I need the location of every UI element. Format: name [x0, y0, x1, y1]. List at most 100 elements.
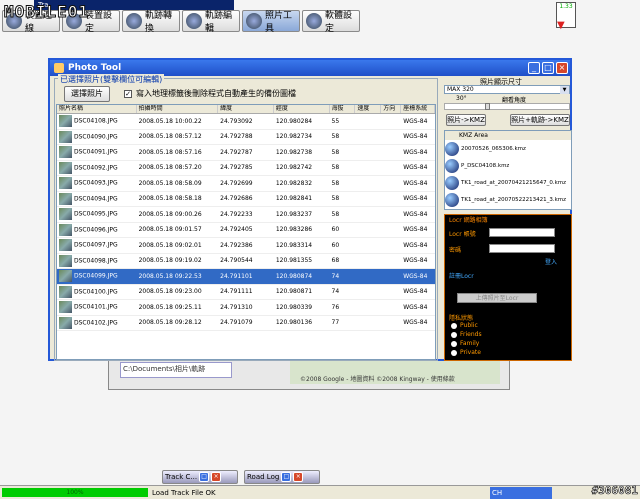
- table-cell[interactable]: 58: [330, 133, 356, 140]
- column-header[interactable]: 方向: [381, 105, 402, 113]
- table-cell[interactable]: 120.982734: [274, 133, 330, 140]
- table-cell[interactable]: 2008.05.18 09:28.12: [137, 319, 219, 326]
- table-cell[interactable]: 24.792699: [218, 180, 274, 187]
- close-icon[interactable]: ×: [211, 472, 222, 482]
- taskbar-roadlog-window[interactable]: Road Log □ ×: [244, 470, 320, 484]
- table-row[interactable]: DSC04108.JPG 2008.05.18 10:00.22 24.793092…: [57, 114, 435, 130]
- angle-slider[interactable]: [444, 103, 570, 110]
- table-cell[interactable]: 2008.05.18 08:58.09: [137, 180, 219, 187]
- table-row[interactable]: DSC04098.JPG 2008.05.18 09:19.02 24.790544…: [57, 254, 435, 269]
- table-cell[interactable]: WGS-84: [401, 273, 435, 280]
- table-cell[interactable]: 24.791310: [218, 304, 274, 311]
- table-cell[interactable]: DSC04099.JPG: [57, 270, 137, 283]
- kmz-file-item[interactable]: TK1_road_at_20070522213421_3.kmz: [445, 191, 571, 208]
- table-cell[interactable]: DSC04092.JPG: [57, 161, 137, 174]
- restore-icon[interactable]: □: [199, 472, 210, 482]
- table-cell[interactable]: 74: [330, 288, 356, 295]
- table-cell[interactable]: 120.983314: [274, 242, 330, 249]
- close-button[interactable]: ×: [556, 62, 568, 74]
- table-cell[interactable]: DSC04090.JPG: [57, 130, 137, 143]
- table-cell[interactable]: 60: [330, 242, 356, 249]
- table-cell[interactable]: WGS-84: [401, 118, 435, 125]
- table-cell[interactable]: 58: [330, 164, 356, 171]
- table-cell[interactable]: 2008.05.18 09:02.01: [137, 242, 219, 249]
- table-cell[interactable]: 2008.05.18 08:57.16: [137, 149, 219, 156]
- geotag-checkbox[interactable]: ✓: [124, 90, 132, 98]
- table-cell[interactable]: 2008.05.18 08:58.18: [137, 195, 219, 202]
- table-row[interactable]: DSC04090.JPG 2008.05.18 08:57.12 24.792788…: [57, 130, 435, 145]
- table-cell[interactable]: 24.791079: [218, 319, 274, 326]
- toolbar-edit-button[interactable]: 軌跡編輯: [182, 10, 240, 34]
- table-row[interactable]: DSC04091.JPG 2008.05.18 08:57.16 24.792787…: [57, 145, 435, 161]
- table-cell[interactable]: 2008.05.18 09:01.57: [137, 226, 219, 233]
- table-cell[interactable]: WGS-84: [401, 226, 435, 233]
- locr-password-input[interactable]: [489, 244, 555, 253]
- locr-account-input[interactable]: [489, 228, 555, 237]
- table-cell[interactable]: WGS-84: [401, 164, 435, 171]
- table-cell[interactable]: 24.792787: [218, 149, 274, 156]
- slider-thumb[interactable]: [485, 103, 490, 110]
- table-cell[interactable]: DSC04095.JPG: [57, 208, 137, 221]
- google-map[interactable]: ©2008 Google - 地圖資料 ©2008 Kingway - 使用條款: [290, 360, 500, 384]
- table-row[interactable]: DSC04094.JPG 2008.05.18 08:58.18 24.792686…: [57, 192, 435, 207]
- table-cell[interactable]: 120.980871: [274, 288, 330, 295]
- table-cell[interactable]: 2008.05.18 08:57.12: [137, 133, 219, 140]
- table-row[interactable]: DSC04101.JPG 2008.05.18 09:25.11 24.791310…: [57, 300, 435, 316]
- register-link[interactable]: 註冊Locr: [449, 271, 474, 280]
- privacy-option-family[interactable]: Family: [451, 339, 482, 348]
- column-header[interactable]: 速度: [355, 105, 382, 113]
- kmz-file-item[interactable]: TK1_road_at_20070421215647_0.kmz: [445, 174, 571, 191]
- table-cell[interactable]: 2008.05.18 09:25.11: [137, 304, 219, 311]
- maximize-button[interactable]: □: [542, 62, 554, 74]
- column-header[interactable]: 座標系統: [401, 105, 435, 113]
- table-cell[interactable]: 120.980339: [274, 304, 330, 311]
- table-cell[interactable]: 60: [330, 226, 356, 233]
- select-photo-button[interactable]: 選擇照片: [64, 86, 110, 102]
- table-cell[interactable]: 120.982742: [274, 164, 330, 171]
- table-cell[interactable]: 24.790544: [218, 257, 274, 264]
- table-cell[interactable]: 24.793092: [218, 118, 274, 125]
- table-cell[interactable]: DSC04102.JPG: [57, 316, 137, 329]
- table-cell[interactable]: 2008.05.18 08:57.20: [137, 164, 219, 171]
- upload-locr-button[interactable]: 上傳照片至Locr: [457, 293, 537, 303]
- table-cell[interactable]: 2008.05.18 09:22.53: [137, 273, 219, 280]
- table-cell[interactable]: DSC04097.JPG: [57, 239, 137, 252]
- column-header[interactable]: 照片名稱: [57, 105, 137, 113]
- table-row[interactable]: DSC04097.JPG 2008.05.18 09:02.01 24.792386…: [57, 238, 435, 254]
- table-row[interactable]: DSC04095.JPG 2008.05.18 09:00.26 24.792233…: [57, 207, 435, 223]
- toolbar-convert-button[interactable]: 軌跡轉換: [122, 10, 180, 34]
- kmz-file-item[interactable]: 20070526_065306.kmz: [445, 140, 571, 157]
- close-icon[interactable]: ×: [293, 472, 304, 482]
- table-cell[interactable]: WGS-84: [401, 133, 435, 140]
- table-cell[interactable]: WGS-84: [401, 195, 435, 202]
- table-cell[interactable]: 74: [330, 273, 356, 280]
- table-cell[interactable]: 2008.05.18 10:00.22: [137, 118, 219, 125]
- table-cell[interactable]: DSC04091.JPG: [57, 146, 137, 159]
- input-method-tray[interactable]: CH: [490, 487, 552, 499]
- taskbar-track-window[interactable]: Track C... □ ×: [162, 470, 238, 484]
- table-cell[interactable]: 120.982738: [274, 149, 330, 156]
- table-cell[interactable]: 24.792233: [218, 211, 274, 218]
- table-cell[interactable]: 24.792788: [218, 133, 274, 140]
- table-cell[interactable]: WGS-84: [401, 304, 435, 311]
- table-cell[interactable]: 120.981355: [274, 257, 330, 264]
- table-cell[interactable]: DSC04108.JPG: [57, 115, 137, 128]
- table-cell[interactable]: 58: [330, 211, 356, 218]
- table-cell[interactable]: 68: [330, 257, 356, 264]
- table-row[interactable]: DSC04093.JPG 2008.05.18 08:58.09 24.792699…: [57, 176, 435, 192]
- table-cell[interactable]: DSC04094.JPG: [57, 192, 137, 205]
- privacy-option-private[interactable]: Private: [451, 348, 482, 357]
- minimize-button[interactable]: _: [528, 62, 540, 74]
- table-cell[interactable]: 2008.05.18 09:19.02: [137, 257, 219, 264]
- table-cell[interactable]: WGS-84: [401, 211, 435, 218]
- table-cell[interactable]: 120.980874: [274, 273, 330, 280]
- table-cell[interactable]: 120.983237: [274, 211, 330, 218]
- table-cell[interactable]: 2008.05.18 09:23.00: [137, 288, 219, 295]
- table-cell[interactable]: 120.982832: [274, 180, 330, 187]
- table-cell[interactable]: DSC04093.JPG: [57, 177, 137, 190]
- photo-track-kmz-button[interactable]: 照片+軌跡->KMZ: [510, 114, 570, 126]
- chevron-down-icon[interactable]: ▼: [557, 20, 565, 31]
- toolbar-software-settings-button[interactable]: 軟體設定: [302, 10, 360, 34]
- table-cell[interactable]: 24.791101: [218, 273, 274, 280]
- table-cell[interactable]: 120.983286: [274, 226, 330, 233]
